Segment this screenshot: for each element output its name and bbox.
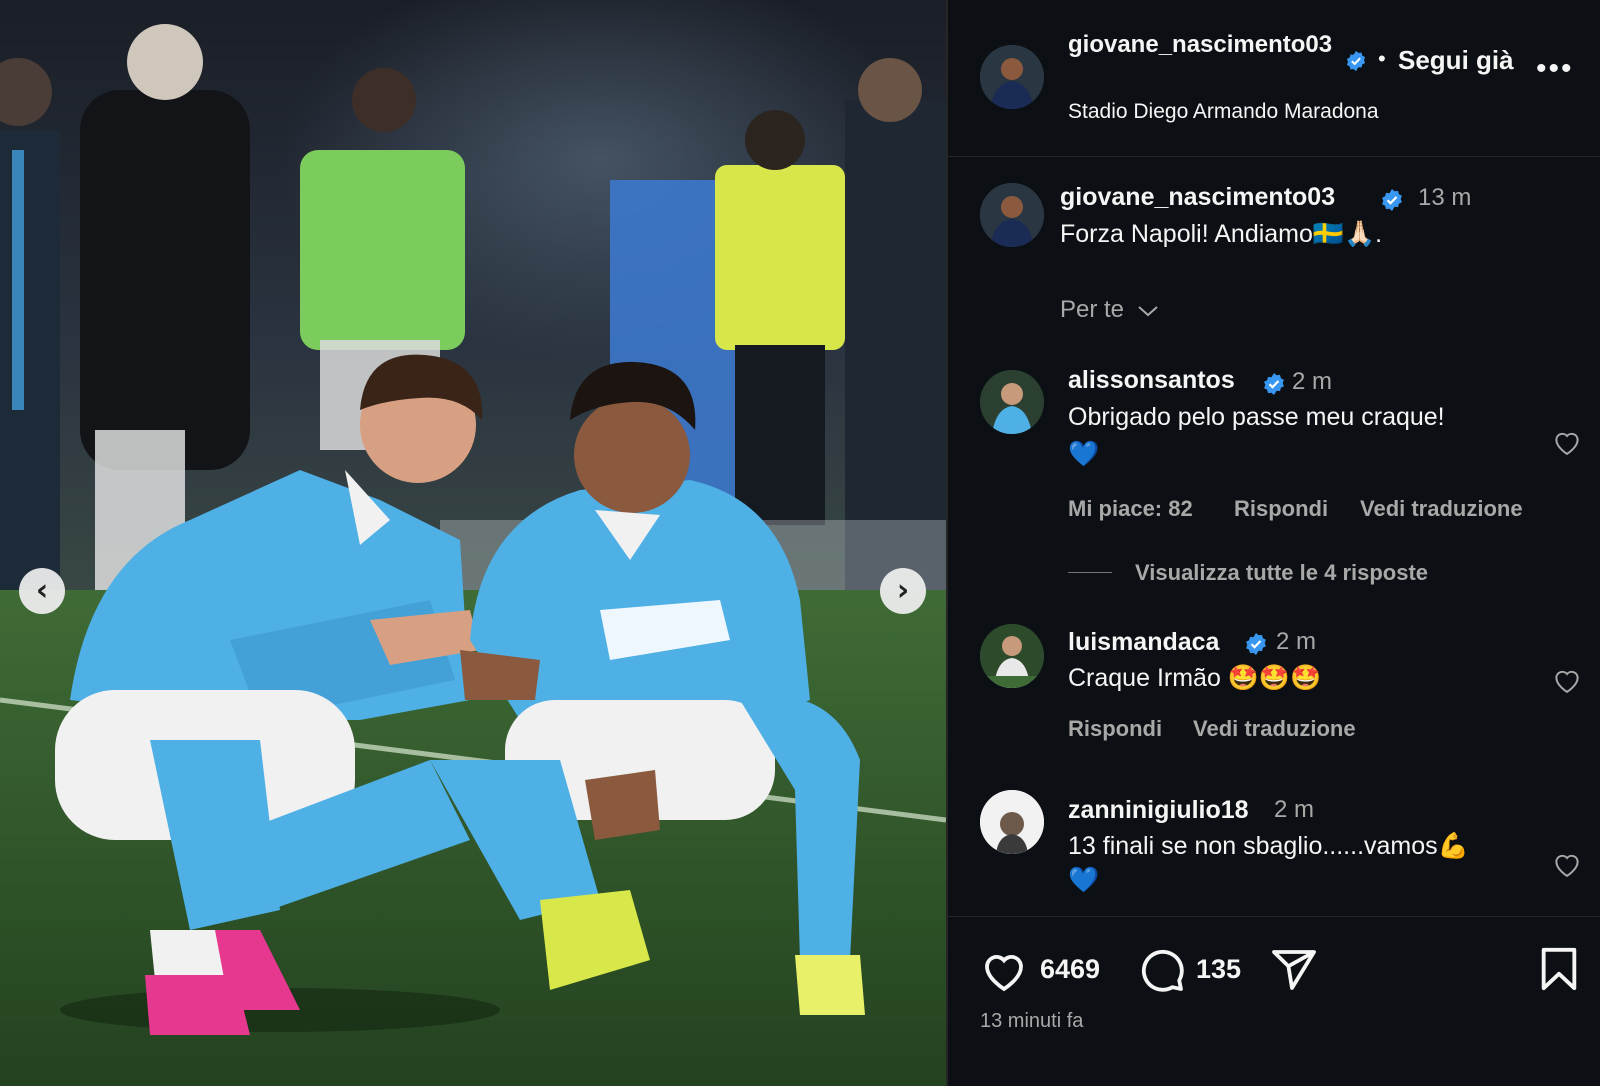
likes-count[interactable]: 6469 [1040,954,1100,985]
view-replies-button[interactable]: Visualizza tutte le 4 risposte [1135,560,1428,586]
comment-username[interactable]: alissonsantos [1068,366,1235,395]
verified-badge-icon [1346,50,1366,72]
actions-divider [948,916,1600,917]
caption-timestamp[interactable]: 13 m [1418,184,1471,212]
comment-like-heart-icon[interactable] [1552,666,1582,694]
comment-like-heart-icon[interactable] [1552,428,1582,456]
heart-icon[interactable] [980,948,1028,992]
photo-illustration [0,0,946,1086]
comment-avatar[interactable] [980,624,1044,688]
comment-avatar[interactable] [980,370,1044,434]
comment-likes-count[interactable]: Mi piace: 82 [1068,496,1193,522]
share-icon[interactable] [1270,946,1318,994]
comment-timestamp[interactable]: 2 m [1292,368,1332,396]
comment-icon[interactable] [1138,946,1186,994]
comment-avatar[interactable] [980,790,1044,854]
comment-timestamp[interactable]: 2 m [1274,796,1314,824]
post-timestamp[interactable]: 13 minuti fa [980,1010,1083,1033]
see-translation-button[interactable]: Vedi traduzione [1193,716,1356,742]
comment-text-line2: 💙 [1068,440,1100,468]
comment-username[interactable]: luismandaca [1068,628,1219,657]
see-translation-button[interactable]: Vedi traduzione [1360,496,1523,522]
comments-count[interactable]: 135 [1196,954,1241,985]
reply-button[interactable]: Rispondi [1068,716,1162,742]
chevron-right-icon: › [896,573,910,608]
comment-like-heart-icon[interactable] [1552,850,1582,878]
carousel-next-button[interactable]: › [880,568,926,614]
comment-sort-dropdown[interactable]: Per te [1060,296,1159,324]
comment-timestamp[interactable]: 2 m [1276,628,1316,656]
header-divider [948,156,1600,157]
comment-text: 13 finali se non sbaglio......vamos💪 [1068,832,1469,860]
chevron-down-icon [1138,305,1158,316]
more-icon[interactable]: ••• [1536,52,1574,86]
following-button[interactable]: Segui già [1398,45,1514,76]
author-avatar[interactable] [980,45,1044,109]
separator-dot: • [1378,46,1386,71]
post-location[interactable]: Stadio Diego Armando Maradona [1068,100,1379,124]
comment-text-line2: 💙 [1068,866,1100,894]
verified-badge-icon [1246,633,1266,655]
comment-text: Craque Irmão 🤩🤩🤩 [1068,664,1322,692]
bookmark-icon[interactable] [1538,946,1580,992]
post-side-panel [948,0,1600,1086]
reply-button[interactable]: Rispondi [1234,496,1328,522]
comment-text: Obrigado pelo passe meu craque! [1068,403,1445,431]
post-photo[interactable]: ‹ › [0,0,946,1086]
chevron-left-icon: ‹ [35,573,49,608]
author-username[interactable]: giovane_nascimento03 [1068,28,1338,62]
comment-username[interactable]: zanninigiulio18 [1068,796,1249,825]
verified-badge-icon [1382,189,1402,211]
caption-text: Forza Napoli! Andiamo🇸🇪🙏🏻. [1060,220,1383,248]
verified-badge-icon [1264,373,1284,395]
caption-avatar[interactable] [980,183,1044,247]
replies-line [1068,572,1112,573]
comment-sort-label: Per te [1060,296,1125,323]
caption-username[interactable]: giovane_nascimento03 [1060,183,1335,212]
carousel-prev-button[interactable]: ‹ [19,568,65,614]
